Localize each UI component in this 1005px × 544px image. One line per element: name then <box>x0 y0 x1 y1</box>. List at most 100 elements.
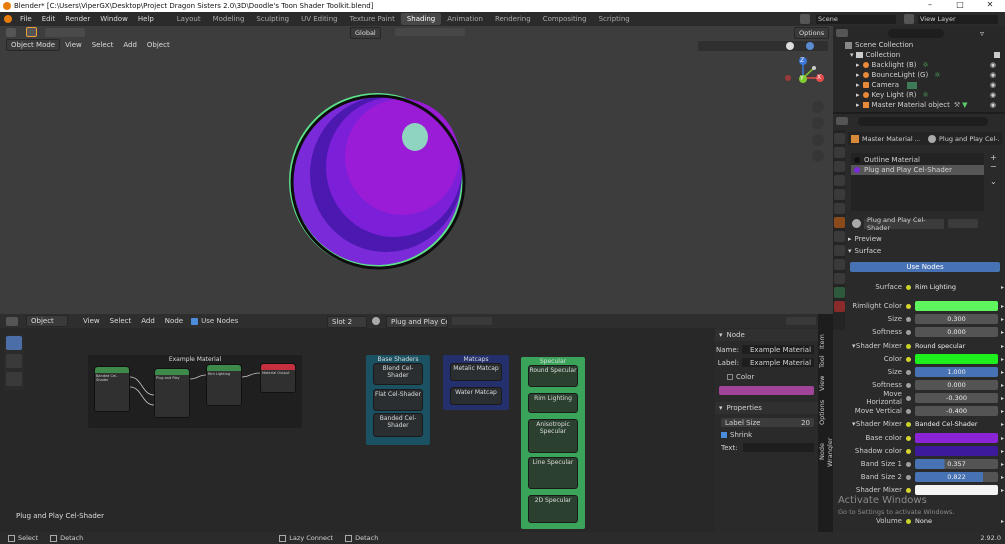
menu-help[interactable]: Help <box>133 15 159 23</box>
scene-tab-icon[interactable] <box>834 189 845 200</box>
node-label-field[interactable]: Example Material <box>742 358 814 367</box>
world-tab-icon[interactable] <box>834 203 845 214</box>
tab-compositing[interactable]: Compositing <box>537 13 593 25</box>
select-mode-buttons[interactable] <box>45 27 85 37</box>
number-field[interactable]: 0.300 <box>915 314 998 324</box>
tab-scripting[interactable]: Scripting <box>593 13 636 25</box>
row-expand-icon[interactable]: ▸ <box>1001 448 1004 455</box>
modifier-tab-icon[interactable] <box>834 231 845 242</box>
node-color-row[interactable]: Color <box>715 373 818 381</box>
node-menu-add[interactable]: Add <box>136 317 160 325</box>
socket-icon[interactable] <box>906 356 911 362</box>
viewport-menu-object[interactable]: Object <box>142 41 175 49</box>
material-name-field[interactable]: Plug and Play Cel-Shader <box>864 216 944 232</box>
row-expand-icon[interactable]: ▸ <box>1001 421 1004 428</box>
maximize-button[interactable]: □ <box>945 0 975 12</box>
viewport-menu-add[interactable]: Add <box>118 41 142 49</box>
node-menu-node[interactable]: Node <box>160 317 188 325</box>
annotate-tool-icon[interactable] <box>6 354 22 368</box>
node-metalic-matcap[interactable]: Metalic Matcap <box>450 363 502 381</box>
menu-edit[interactable]: Edit <box>37 15 61 23</box>
node-line-specular[interactable]: Line Specular <box>528 457 578 489</box>
sidebar-tab-tool[interactable]: Tool <box>818 354 830 370</box>
color-swatch-field[interactable] <box>915 301 998 311</box>
navigation-gizmo[interactable] <box>784 56 826 90</box>
camera-view-icon[interactable] <box>812 134 824 146</box>
tab-modeling[interactable]: Modeling <box>207 13 251 25</box>
scene-icon[interactable] <box>800 14 810 24</box>
row-expand-icon[interactable]: ▸ <box>1001 474 1004 481</box>
expand-arrow-icon[interactable]: ▾ <box>852 420 856 428</box>
close-button[interactable]: ✕ <box>975 0 1005 12</box>
menu-file[interactable]: File <box>15 15 37 23</box>
node-name-field[interactable]: Example Material <box>742 345 814 354</box>
material-slot-buttons[interactable]: + − ⌄ <box>990 153 1000 211</box>
node-color-checkbox[interactable] <box>727 374 733 380</box>
sidebar-tab-item[interactable]: Item <box>818 333 830 351</box>
socket-icon[interactable] <box>906 518 911 524</box>
use-nodes-checkbox[interactable] <box>191 317 199 325</box>
visibility-eye-icon[interactable]: ◉ <box>990 101 996 109</box>
number-field[interactable]: -0.300 <box>915 393 998 403</box>
solid-shading-icon[interactable] <box>786 42 794 50</box>
filter-icon[interactable]: ▿ <box>980 29 984 38</box>
constraints-tab-icon[interactable] <box>834 273 845 284</box>
properties-panel-header[interactable]: ▾ Properties <box>715 402 818 414</box>
socket-icon[interactable] <box>906 421 911 427</box>
linked-node-field[interactable]: Banded Cel-Shader <box>915 419 998 429</box>
data-tab-icon[interactable] <box>834 287 845 298</box>
collection-checkbox[interactable] <box>994 52 1000 58</box>
material-user-buttons[interactable] <box>948 219 978 228</box>
viewport-menu-select[interactable]: Select <box>87 41 119 49</box>
outliner-collection[interactable]: ▾ Collection <box>850 50 1000 60</box>
socket-icon[interactable] <box>906 316 911 322</box>
socket-icon[interactable] <box>906 448 911 454</box>
visibility-eye-icon[interactable]: ◉ <box>990 91 996 99</box>
sphere-object[interactable] <box>284 92 474 272</box>
socket-icon[interactable] <box>906 369 911 375</box>
row-expand-icon[interactable]: ▸ <box>1001 408 1004 415</box>
material-slot-outline[interactable]: Outline Material <box>851 155 984 165</box>
socket-icon[interactable] <box>906 461 911 467</box>
properties-search-field[interactable] <box>858 116 988 126</box>
material-slot-cel-shader[interactable]: Plug and Play Cel-Shader <box>851 165 984 175</box>
scene-selector[interactable]: Scene <box>816 15 896 24</box>
socket-icon[interactable] <box>906 474 911 480</box>
sidebar-tab-node-wrangler[interactable]: Node Wrangler <box>818 430 834 474</box>
node-menu-select[interactable]: Select <box>105 317 137 325</box>
node-flat-cel-shader[interactable]: Flat Cel-Shader <box>373 389 423 411</box>
backdrop-controls[interactable] <box>786 317 816 325</box>
row-expand-icon[interactable]: ▸ <box>1001 303 1004 310</box>
number-field[interactable]: 0.000 <box>915 327 998 337</box>
number-field[interactable]: -0.400 <box>915 406 998 416</box>
view-layer-selector[interactable]: View Layer <box>918 15 998 24</box>
zoom-icon[interactable] <box>812 101 824 113</box>
tab-layout[interactable]: Layout <box>171 13 207 25</box>
outliner-item-backlight[interactable]: ▸ Backlight (B) ☼ ◉ <box>856 60 996 70</box>
select-box-tool-icon[interactable] <box>6 336 22 350</box>
color-swatch-field[interactable] <box>915 354 998 364</box>
object-mode-dropdown[interactable]: Object Mode <box>6 39 61 51</box>
blender-menu-icon[interactable] <box>4 15 12 23</box>
menu-render[interactable]: Render <box>60 15 95 23</box>
viewport-menu-view[interactable]: View <box>60 41 87 49</box>
transform-orientation-dropdown[interactable]: Global <box>350 27 381 39</box>
physics-tab-icon[interactable] <box>834 259 845 270</box>
frame-matcaps[interactable]: Matcaps Metalic Matcap Water Matcap <box>443 355 509 410</box>
outliner-item-master-material-object[interactable]: ▸ Master Material object ⚒ ▼ ◉ <box>856 100 996 110</box>
color-swatch-field[interactable] <box>915 485 998 495</box>
tab-uv-editing[interactable]: UV Editing <box>295 13 344 25</box>
row-expand-icon[interactable]: ▸ <box>1001 382 1004 389</box>
outliner-item-bouncelight[interactable]: ▸ BounceLight (G) ☼ ◉ <box>856 70 996 80</box>
row-expand-icon[interactable]: ▸ <box>1001 369 1004 376</box>
label-size-field[interactable]: Label Size 20 <box>721 418 814 427</box>
outliner-item-camera[interactable]: ▸ Camera ◉ <box>856 80 996 90</box>
node-banded-cel-shader[interactable]: Banded Cel-Shader <box>94 366 130 412</box>
socket-icon[interactable] <box>906 435 911 441</box>
socket-icon[interactable] <box>906 487 911 493</box>
row-expand-icon[interactable]: ▸ <box>1001 518 1004 525</box>
render-tab-icon[interactable] <box>834 147 845 158</box>
options-dropdown[interactable]: Options <box>794 27 830 39</box>
node-editor-type-icon[interactable] <box>6 316 18 326</box>
outliner-editor-icon[interactable] <box>836 29 848 37</box>
